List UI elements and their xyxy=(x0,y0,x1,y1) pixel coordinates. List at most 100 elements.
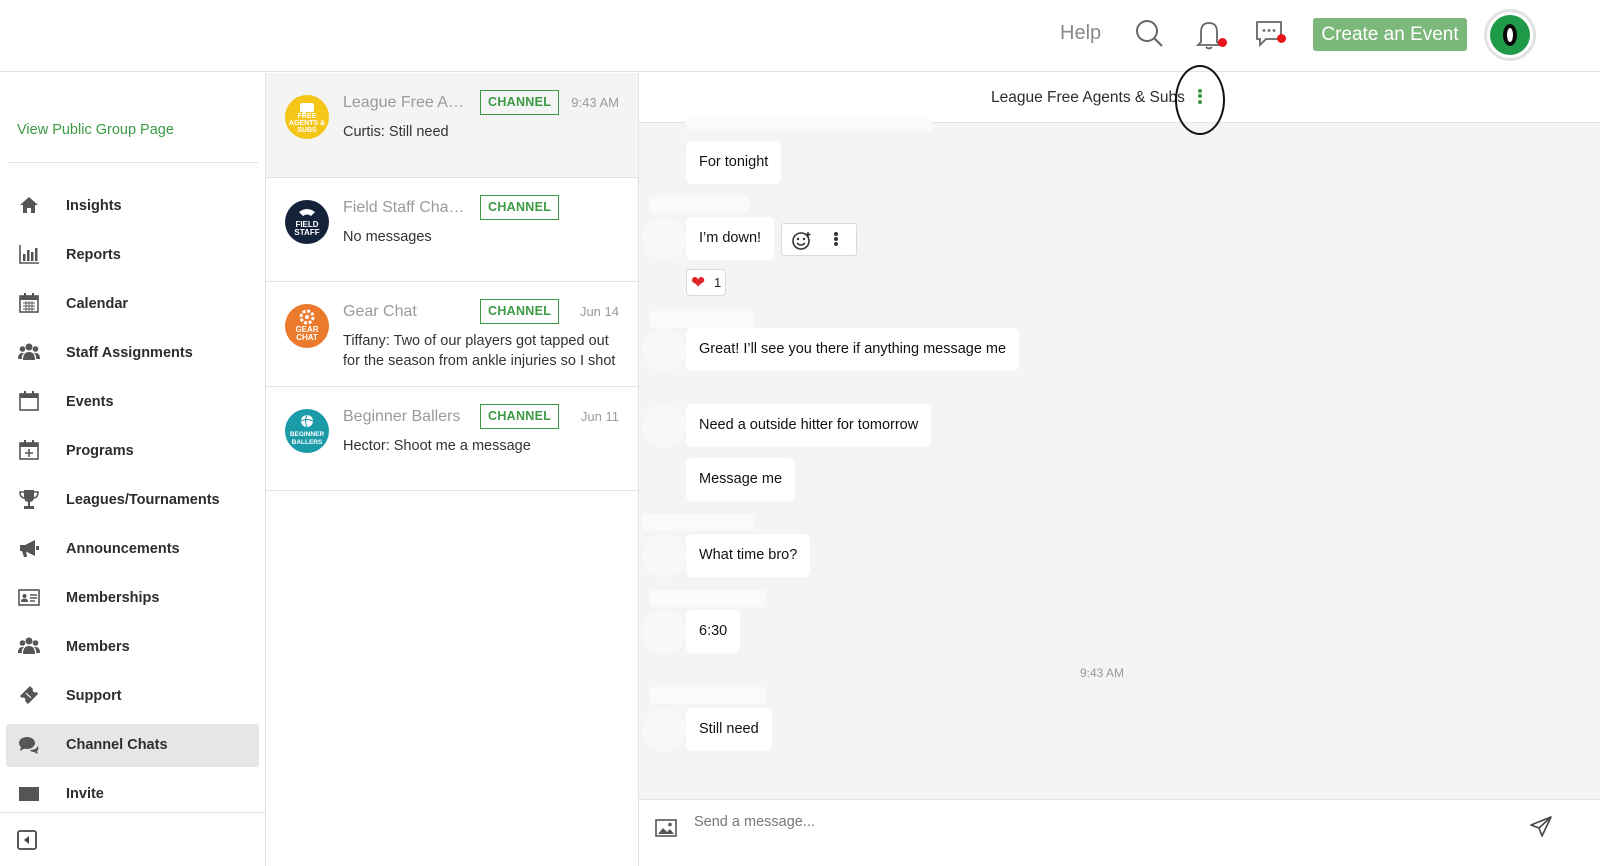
logo-text: STAFF xyxy=(294,227,320,237)
ticket-icon xyxy=(18,684,40,706)
channel-badge: CHANNEL xyxy=(480,403,560,429)
sidebar-item-memberships[interactable]: Memberships xyxy=(0,574,265,623)
channel-name: Beginner Ballers xyxy=(343,407,461,425)
message-composer xyxy=(639,799,1600,866)
channel-name: League Free Ag... xyxy=(343,94,468,111)
sidebar-item-calendar[interactable]: Calendar xyxy=(0,280,265,329)
sidebar: View Public Group Page Insights Reports … xyxy=(0,73,266,866)
channel-badge: CHANNEL xyxy=(480,194,560,220)
send-icon[interactable] xyxy=(1529,815,1553,839)
message-bubble: I’m down! xyxy=(686,217,775,260)
sidebar-item-announcements[interactable]: Announcements xyxy=(0,525,265,574)
channel-logo: FREE AGENTS & SUBS xyxy=(285,95,329,139)
collapse-sidebar-icon[interactable] xyxy=(17,830,37,850)
message-bubble: What time bro? xyxy=(686,534,811,577)
avatar-logo xyxy=(1490,15,1530,55)
channel-badge: CHANNEL xyxy=(480,299,560,324)
id-card-icon xyxy=(18,586,40,608)
sidebar-item-label: Reports xyxy=(66,247,121,263)
calendar-plus-icon xyxy=(18,439,40,461)
sidebar-item-staff-assignments[interactable]: Staff Assignments xyxy=(0,329,265,378)
calendar-icon xyxy=(18,390,40,412)
avatar xyxy=(642,708,686,752)
message-bubble: Need a outside hitter for tomorrow xyxy=(686,404,932,447)
trophy-icon xyxy=(18,488,40,510)
divider xyxy=(8,162,258,163)
search-icon[interactable] xyxy=(1133,18,1165,50)
channel-item-field-staff[interactable]: FIELD STAFF Field Staff Chan... CHANNEL … xyxy=(266,178,638,282)
people-icon xyxy=(18,635,40,657)
message-bubble: 6:30 xyxy=(686,610,741,653)
help-link[interactable]: Help xyxy=(1060,22,1101,45)
sender-placeholder xyxy=(686,117,932,131)
message-actions xyxy=(781,223,857,256)
channel-list: FREE AGENTS & SUBS League Free Ag... CHA… xyxy=(266,73,639,866)
channel-logo: GEAR CHAT xyxy=(285,304,329,348)
chat-icon xyxy=(18,734,40,756)
sidebar-item-label: Staff Assignments xyxy=(66,345,193,361)
sidebar-item-members[interactable]: Members xyxy=(0,623,265,672)
channel-logo: BEGINNER BALLERS xyxy=(285,408,329,453)
sender-placeholder xyxy=(649,687,766,704)
logo-text: SUBS xyxy=(297,127,317,134)
sidebar-item-leagues-tournaments[interactable]: Leagues/Tournaments xyxy=(0,476,265,525)
channel-badge: CHANNEL xyxy=(480,90,560,115)
sender-placeholder xyxy=(649,590,765,607)
chat-panel: League Free Agents & Subs For tonight I’… xyxy=(639,73,1600,866)
home-icon xyxy=(18,194,40,216)
channel-time: Jun 14 xyxy=(579,304,619,319)
bell-icon[interactable] xyxy=(1193,18,1227,50)
notification-dot xyxy=(1218,38,1227,47)
sidebar-item-events[interactable]: Events xyxy=(0,378,265,427)
message-bubble: Message me xyxy=(686,458,796,501)
avatar xyxy=(642,217,686,261)
sidebar-item-label: Leagues/Tournaments xyxy=(66,492,220,508)
message-input[interactable] xyxy=(694,809,1514,835)
channel-item-beginner-ballers[interactable]: BEGINNER BALLERS Beginner Ballers CHANNE… xyxy=(266,387,638,491)
sidebar-item-programs[interactable]: Programs xyxy=(0,427,265,476)
message-timestamp: 9:43 AM xyxy=(1080,666,1125,680)
create-event-button[interactable]: Create an Event xyxy=(1313,18,1467,51)
people-icon xyxy=(18,341,40,363)
channel-time: Jun 11 xyxy=(580,408,619,424)
reaction-count: 1 xyxy=(714,275,722,290)
chat-title: League Free Agents & Subs xyxy=(991,89,1185,106)
sidebar-item-label: Members xyxy=(66,639,130,655)
channel-options-icon[interactable] xyxy=(1194,87,1206,109)
sidebar-item-label: Announcements xyxy=(66,541,180,557)
view-public-group-link[interactable]: View Public Group Page xyxy=(17,122,174,138)
channel-preview: Curtis: Still need xyxy=(343,124,449,140)
avatar xyxy=(642,328,686,372)
channel-preview: Tiffany: Two of our players got tapped o… xyxy=(343,333,616,369)
heart-icon: ❤ xyxy=(691,273,706,292)
add-reaction-icon[interactable] xyxy=(791,230,813,252)
megaphone-icon xyxy=(18,537,40,559)
chat-bubble-icon[interactable] xyxy=(1254,18,1286,50)
message-options-icon[interactable] xyxy=(830,231,842,249)
channel-item-free-agents[interactable]: FREE AGENTS & SUBS League Free Ag... CHA… xyxy=(266,73,638,178)
sidebar-item-label: Insights xyxy=(66,198,122,214)
message-list: For tonight I’m down! ❤ 1 Great! I’ll se… xyxy=(639,117,1600,799)
sidebar-footer xyxy=(0,812,265,866)
avatar xyxy=(642,404,686,448)
channel-preview: No messages xyxy=(343,228,432,245)
heart-reaction[interactable]: ❤ 1 xyxy=(686,269,726,296)
avatar[interactable] xyxy=(1484,9,1536,61)
message-bubble: Great! I’ll see you there if anything me… xyxy=(686,328,1020,371)
channel-name: Gear Chat xyxy=(343,303,417,320)
sidebar-item-label: Calendar xyxy=(66,296,129,312)
image-upload-icon[interactable] xyxy=(655,817,677,839)
sender-placeholder xyxy=(642,514,755,531)
sidebar-item-reports[interactable]: Reports xyxy=(0,231,265,280)
channel-name: Field Staff Chan... xyxy=(343,198,468,216)
avatar xyxy=(642,534,686,578)
logo-text: BEGINNER xyxy=(289,430,325,438)
sidebar-item-label: Channel Chats xyxy=(66,737,168,753)
sidebar-item-support[interactable]: Support xyxy=(0,672,265,721)
sidebar-item-channel-chats[interactable]: Channel Chats xyxy=(6,724,259,767)
sidebar-item-label: Programs xyxy=(66,443,134,459)
sidebar-nav: Insights Reports Calendar Staff Assignme… xyxy=(0,182,265,819)
channel-item-gear-chat[interactable]: GEAR CHAT Gear Chat CHANNEL Jun 14 Tiffa… xyxy=(266,282,638,387)
channel-preview: Hector: Shoot me a message xyxy=(343,437,531,454)
sidebar-item-insights[interactable]: Insights xyxy=(0,182,265,231)
